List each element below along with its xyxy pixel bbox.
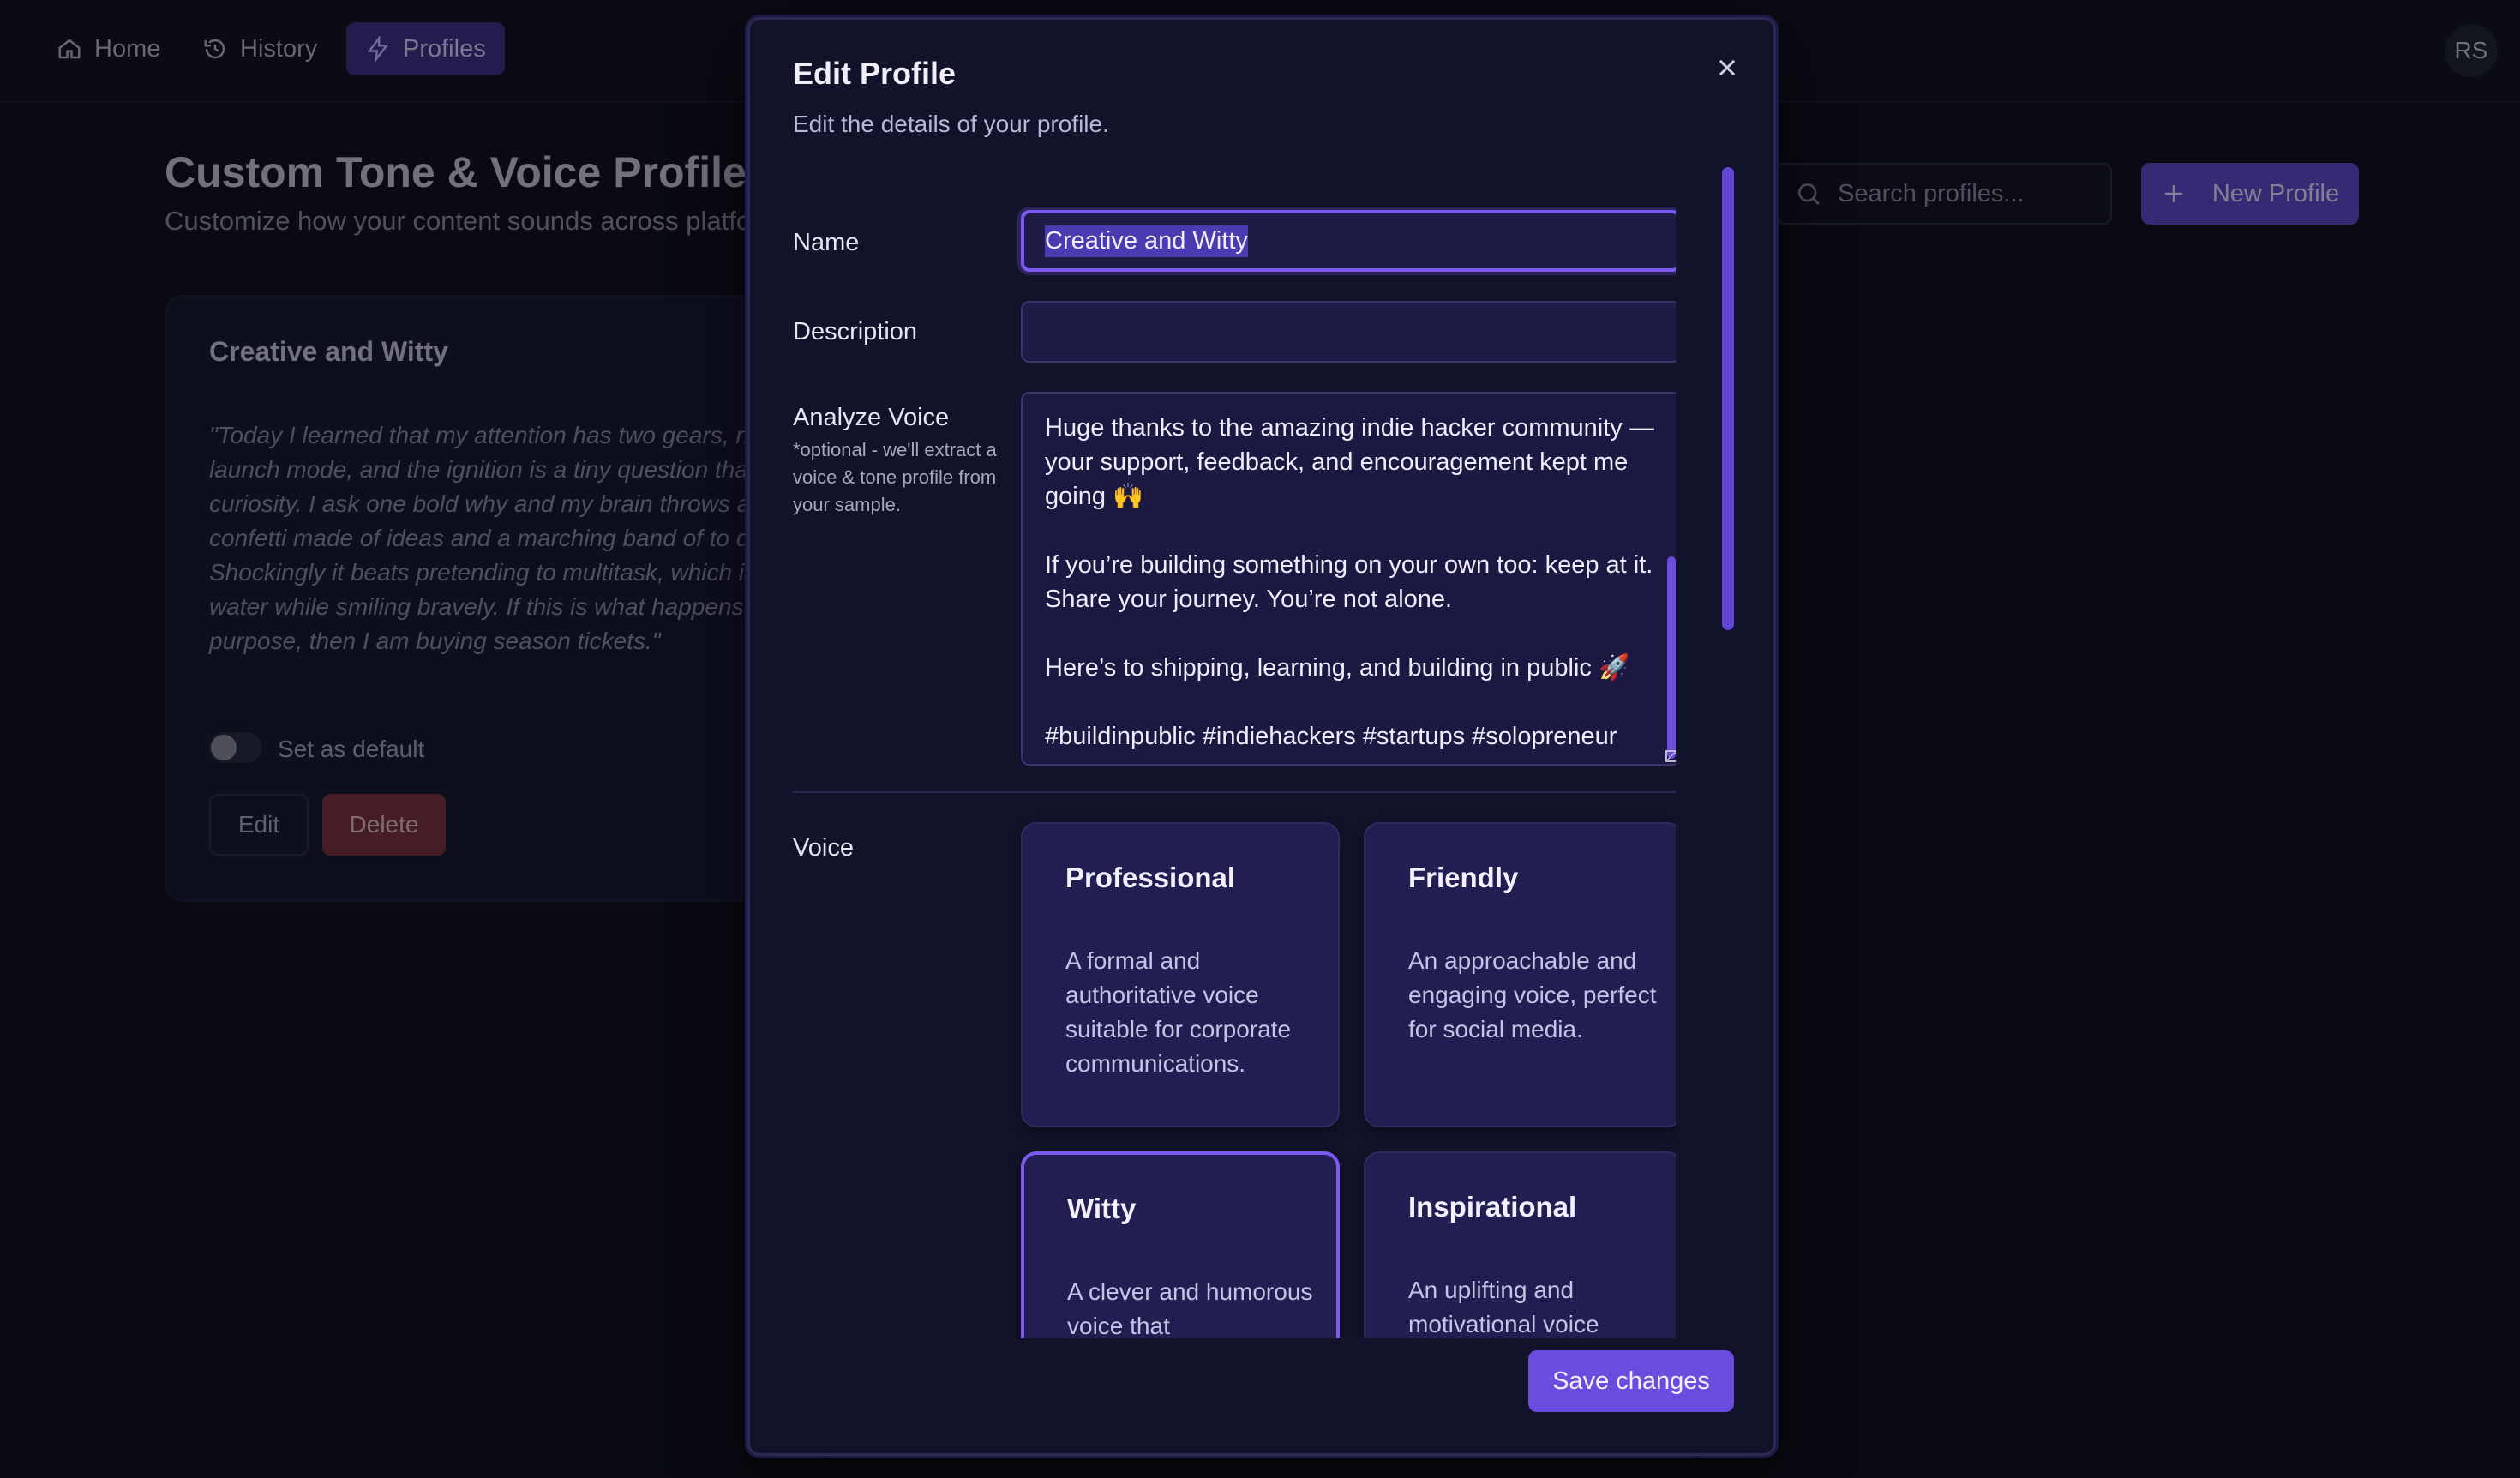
- textarea-line: going 🙌: [1045, 483, 1144, 510]
- name-field[interactable]: Creative and Witty: [1021, 210, 1676, 272]
- modal-description: Edit the details of your profile.: [793, 111, 1109, 137]
- textarea-line: Huge thanks to the amazing indie hacker …: [1045, 414, 1654, 442]
- edit-profile-modal: Edit Profile Edit the details of your pr…: [747, 17, 1776, 1456]
- textarea-line: Here’s to shipping, learning, and buildi…: [1045, 654, 1630, 682]
- textarea-line: [1045, 685, 1650, 719]
- close-icon: [1719, 59, 1736, 76]
- divider: [793, 791, 1676, 793]
- voice-card-desc: A clever and humorous voice that: [1067, 1278, 1313, 1338]
- voice-card-title: Witty: [1067, 1193, 1137, 1224]
- name-field-value: Creative and Witty: [1045, 225, 1248, 257]
- modal-title: Edit Profile: [793, 56, 957, 91]
- analyze-voice-textarea[interactable]: Huge thanks to the amazing indie hacker …: [1021, 392, 1676, 766]
- voice-card-desc: An uplifting and motivational voice: [1408, 1277, 1599, 1337]
- resize-handle-icon[interactable]: [1665, 750, 1676, 762]
- voice-card-witty[interactable]: Witty A clever and humorous voice that: [1021, 1151, 1340, 1338]
- description-field[interactable]: [1021, 301, 1676, 363]
- textarea-scrollbar[interactable]: [1667, 556, 1676, 759]
- voice-card-title: Inspirational: [1408, 1191, 1577, 1223]
- voice-card-friendly[interactable]: Friendly An approachable and engaging vo…: [1364, 822, 1676, 1127]
- voice-label: Voice: [793, 834, 854, 862]
- textarea-line: [1045, 514, 1650, 548]
- textarea-line: Share your journey. You’re not alone.: [1045, 586, 1453, 613]
- description-label: Description: [793, 318, 918, 345]
- save-changes-button[interactable]: Save changes: [1528, 1350, 1734, 1412]
- modal-scrollbar[interactable]: [1722, 167, 1734, 630]
- name-label: Name: [793, 229, 860, 256]
- textarea-line: [1045, 616, 1650, 651]
- textarea-line: #buildinpublic #indiehackers #startups #…: [1045, 723, 1617, 750]
- close-button[interactable]: [1705, 45, 1749, 90]
- voice-card-professional[interactable]: Professional A formal and authoritative …: [1021, 822, 1340, 1127]
- analyze-voice-hint: *optional - we'll extract a voice & tone…: [793, 439, 997, 515]
- voice-card-desc: An approachable and engaging voice, perf…: [1408, 947, 1657, 1042]
- voice-card-inspirational[interactable]: Inspirational An uplifting and motivatio…: [1364, 1151, 1676, 1338]
- voice-card-title: Friendly: [1408, 862, 1519, 893]
- analyze-voice-label: Analyze Voice: [793, 404, 950, 431]
- voice-card-desc: A formal and authoritative voice suitabl…: [1065, 947, 1292, 1077]
- modal-form: Name Creative and Witty Description Anal…: [793, 165, 1676, 1338]
- textarea-line: If you’re building something on your own…: [1045, 551, 1653, 579]
- voice-card-title: Professional: [1065, 862, 1236, 893]
- textarea-line: your support, feedback, and encouragemen…: [1045, 448, 1629, 476]
